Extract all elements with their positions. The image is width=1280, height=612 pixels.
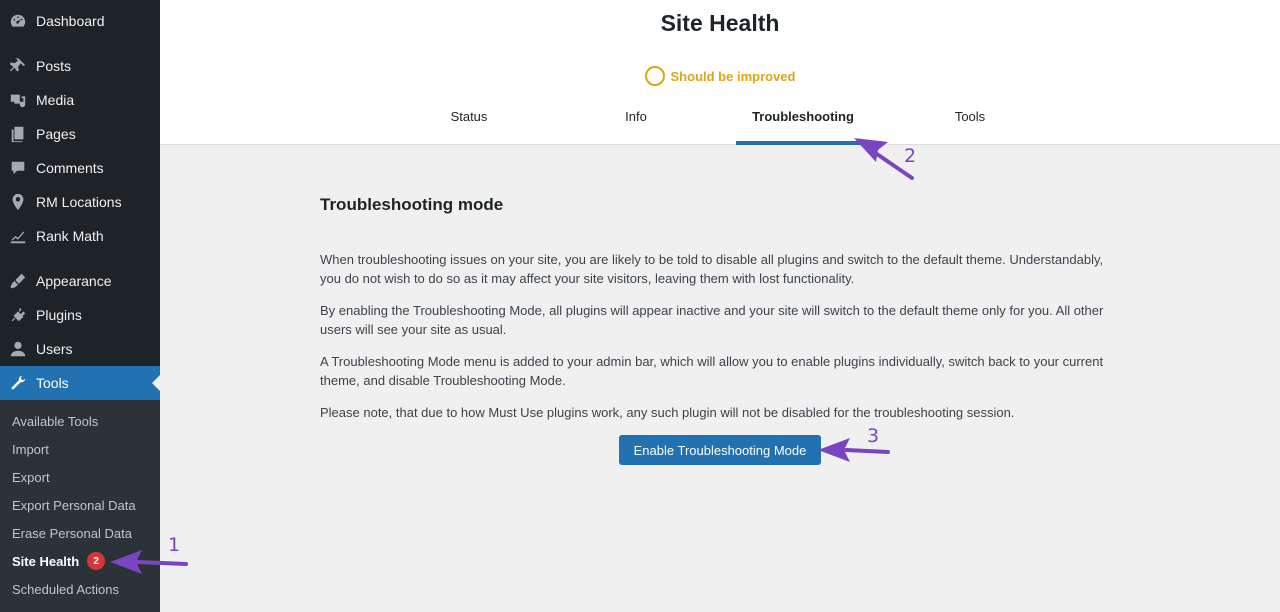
submenu-item-export[interactable]: Export <box>12 466 50 488</box>
submenu-item-import[interactable]: Import <box>12 438 49 460</box>
pages-icon <box>0 125 36 143</box>
submenu-item-available-tools[interactable]: Available Tools <box>12 410 98 432</box>
plugins-icon <box>0 306 36 324</box>
location-icon <box>0 193 36 211</box>
health-status: Should be improved <box>160 66 1280 86</box>
submenu-item-label: Export <box>12 469 50 485</box>
tab-status[interactable]: Status <box>427 103 511 145</box>
submenu-item-scheduled-actions[interactable]: Scheduled Actions <box>12 578 119 600</box>
submenu-item-label: Erase Personal Data <box>12 525 132 541</box>
sidebar-item-users[interactable]: Users <box>0 332 160 366</box>
annotation-step-number: 3 <box>867 425 880 447</box>
sidebar-item-label: Appearance <box>36 273 112 289</box>
sidebar-item-label: Rank Math <box>36 228 104 244</box>
submenu-item-label: Scheduled Actions <box>12 581 119 597</box>
tab-info[interactable]: Info <box>594 103 678 145</box>
paragraph: Please note, that due to how Must Use pl… <box>320 405 1015 420</box>
annotation-step-number: 2 <box>904 145 917 167</box>
submenu-item-label: Site Health <box>12 553 80 569</box>
sidebar-item-tools[interactable]: Tools <box>0 366 160 400</box>
submenu-item-erase-personal-data[interactable]: Erase Personal Data <box>12 522 132 544</box>
tab-troubleshooting[interactable]: Troubleshooting <box>736 103 870 145</box>
sidebar-item-label: Users <box>36 341 73 357</box>
sidebar-item-appearance[interactable]: Appearance <box>0 264 160 298</box>
sidebar-item-plugins[interactable]: Plugins <box>0 298 160 332</box>
tools-submenu: Available Tools Import Export Export Per… <box>0 400 160 612</box>
submenu-item-label: Import <box>12 441 49 457</box>
rank-math-icon <box>0 227 36 245</box>
paragraph: A Troubleshooting Mode menu is added to … <box>320 354 1104 388</box>
pin-icon <box>0 57 36 75</box>
notification-badge: 2 <box>87 552 106 570</box>
sidebar-item-label: RM Locations <box>36 194 122 210</box>
submenu-item-site-health[interactable]: Site Health 2 <box>12 550 106 572</box>
sidebar-item-label: Dashboard <box>36 13 105 29</box>
status-progress-ring-icon <box>644 66 665 86</box>
page-title: Site Health <box>660 10 780 36</box>
enable-troubleshooting-mode-button[interactable]: Enable Troubleshooting Mode <box>619 435 821 465</box>
sidebar-item-label: Tools <box>36 375 69 391</box>
sidebar-item-media[interactable]: Media <box>0 83 160 117</box>
admin-sidebar: Dashboard Posts Media Pages Comments RM … <box>0 0 160 612</box>
sidebar-item-label: Plugins <box>36 307 82 323</box>
comments-icon <box>0 159 36 177</box>
status-label: Should be improved <box>670 68 796 84</box>
current-menu-arrow <box>152 375 160 391</box>
tab-tools[interactable]: Tools <box>928 103 1012 145</box>
sidebar-item-comments[interactable]: Comments <box>0 151 160 185</box>
sidebar-item-label: Media <box>36 92 75 108</box>
annotation-step-number: 1 <box>168 534 181 556</box>
brush-icon <box>0 272 36 290</box>
paragraph: By enabling the Troubleshooting Mode, al… <box>320 303 1104 337</box>
annotation-arrow-3-icon <box>818 438 890 462</box>
sidebar-item-rm-locations[interactable]: RM Locations <box>0 185 160 219</box>
sidebar-item-label: Posts <box>36 58 72 74</box>
sidebar-item-label: Pages <box>36 126 76 142</box>
paragraph: When troubleshooting issues on your site… <box>320 252 1104 286</box>
sidebar-item-dashboard[interactable]: Dashboard <box>0 4 160 38</box>
users-icon <box>0 340 36 358</box>
media-icon <box>0 91 36 109</box>
sidebar-item-pages[interactable]: Pages <box>0 117 160 151</box>
submenu-item-export-personal-data[interactable]: Export Personal Data <box>12 494 136 516</box>
submenu-item-label: Export Personal Data <box>12 497 136 513</box>
submenu-item-label: Available Tools <box>12 413 99 429</box>
sidebar-item-rank-math[interactable]: Rank Math <box>0 219 160 253</box>
sidebar-item-posts[interactable]: Posts <box>0 49 160 83</box>
section-title: Troubleshooting mode <box>320 195 504 214</box>
wrench-icon <box>0 374 36 392</box>
site-health-header: Site Health Should be improved Status In… <box>160 0 1280 145</box>
sidebar-item-label: Comments <box>36 160 104 176</box>
dashboard-icon <box>0 12 36 30</box>
